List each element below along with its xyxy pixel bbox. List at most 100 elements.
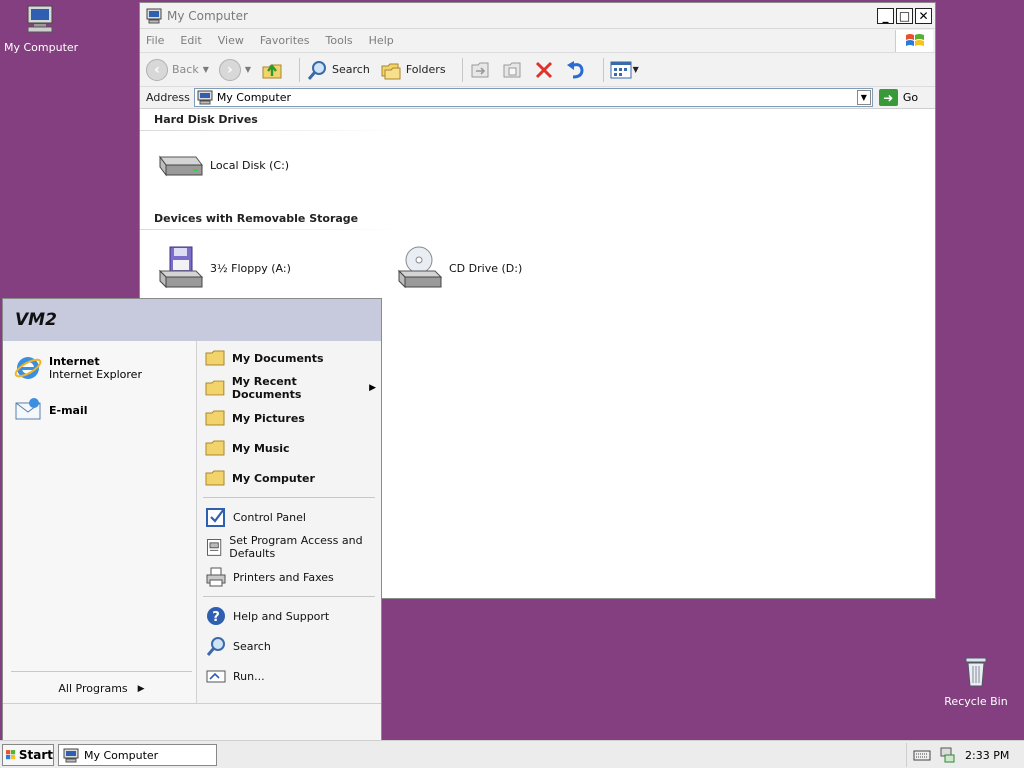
computer-icon	[63, 748, 79, 762]
menu-item-control-panel[interactable]: Control Panel	[197, 502, 381, 532]
address-dropdown-button[interactable]: ▼	[856, 90, 871, 105]
move-to-button[interactable]	[469, 59, 491, 81]
svg-text:?: ?	[212, 610, 220, 625]
menu-item-printers-faxes[interactable]: Printers and Faxes	[197, 562, 381, 592]
views-button[interactable]: ▼	[610, 60, 639, 80]
undo-button[interactable]	[565, 59, 587, 81]
menu-item-my-music[interactable]: My Music	[197, 433, 381, 463]
all-programs-button[interactable]: All Programs ▶	[11, 671, 192, 695]
toolbar-divider	[299, 57, 301, 82]
back-arrow-icon: ‹	[146, 58, 168, 81]
taskbar-item-label: My Computer	[84, 748, 159, 762]
maximize-button[interactable]: □	[896, 7, 913, 24]
taskbar-item-my-computer[interactable]: My Computer	[58, 744, 217, 766]
menu-item-help-support[interactable]: ? Help and Support	[197, 601, 381, 631]
menu-file[interactable]: File	[146, 34, 164, 47]
minimize-button[interactable]: _	[877, 7, 894, 24]
toolbar-divider	[461, 57, 463, 82]
menu-item-search[interactable]: Search	[197, 631, 381, 661]
start-menu-pinned: Internet Internet Explorer E-mail All Pr…	[3, 341, 196, 703]
folders-icon	[381, 63, 401, 79]
drive-label: CD Drive (D:)	[449, 261, 523, 275]
menu-item-my-documents[interactable]: My Documents	[197, 343, 381, 373]
drive-label: Local Disk (C:)	[210, 158, 290, 172]
group-header-removable: Devices with Removable Storage	[154, 212, 359, 225]
folder-icon	[205, 380, 225, 396]
user-name: VM2	[15, 310, 57, 330]
menu-favorites[interactable]: Favorites	[260, 34, 310, 47]
folder-icon	[205, 410, 225, 426]
drive-local-disk-c[interactable]: Local Disk (C:)	[156, 149, 289, 181]
menu-item-label: Printers and Faxes	[233, 570, 334, 584]
address-value: My Computer	[216, 91, 291, 104]
all-programs-label: All Programs	[58, 682, 128, 695]
menu-item-label: Set Program Access and Defaults	[229, 534, 363, 560]
menu-view[interactable]: View	[218, 34, 244, 47]
menu-item-label: My Music	[232, 441, 290, 455]
window-title: My Computer	[167, 8, 248, 23]
desktop-icon-my-computer[interactable]: My Computer	[4, 4, 78, 54]
printer-icon	[206, 567, 226, 587]
drive-cd-d[interactable]: CD Drive (D:)	[395, 245, 522, 291]
menu-item-label: Control Panel	[233, 510, 306, 524]
up-folder-button[interactable]	[261, 59, 283, 81]
copy-to-button[interactable]	[501, 59, 523, 81]
menu-item-my-recent-documents[interactable]: My Recent Documents ▶	[197, 373, 381, 403]
menu-item-label: My Pictures	[232, 411, 305, 425]
move-to-icon	[471, 62, 489, 77]
address-label: Address	[146, 91, 190, 104]
cd-drive-icon	[397, 246, 443, 289]
group-divider	[140, 130, 400, 131]
back-button[interactable]: ‹ Back ▼	[146, 58, 209, 81]
internet-explorer-icon	[14, 357, 42, 379]
title-bar[interactable]: My Computer _ □ ✕	[140, 3, 935, 29]
folders-button[interactable]: Folders	[380, 59, 446, 81]
toolbar-divider	[602, 57, 604, 82]
copy-to-icon	[503, 62, 521, 77]
submenu-arrow-icon: ▶	[369, 383, 376, 393]
start-label: Start	[18, 748, 53, 762]
menu-divider	[203, 596, 375, 597]
windows-logo-icon	[6, 750, 16, 760]
forward-button[interactable]: › ▼	[218, 58, 252, 81]
computer-icon	[146, 8, 162, 23]
address-input[interactable]: My Computer ▼	[193, 88, 873, 107]
menu-edit[interactable]: Edit	[180, 34, 201, 47]
close-button[interactable]: ✕	[915, 7, 932, 24]
start-button[interactable]: Start	[2, 744, 54, 766]
search-icon	[206, 637, 225, 656]
go-button[interactable]: ➜ Go	[878, 89, 918, 106]
pinned-title: E-mail	[49, 403, 88, 417]
drive-floppy-a[interactable]: 3½ Floppy (A:)	[156, 245, 291, 291]
address-bar: Address My Computer ▼ ➜ Go	[140, 87, 935, 109]
pinned-internet[interactable]: Internet Internet Explorer	[3, 347, 196, 389]
chevron-down-icon: ▼	[244, 65, 252, 74]
chevron-down-icon: ▼	[202, 65, 209, 74]
taskbar: Start My Computer 2:33 PM	[0, 740, 1024, 768]
search-button[interactable]: Search	[306, 59, 370, 81]
computer-icon	[27, 5, 53, 33]
menu-item-my-computer[interactable]: My Computer	[197, 463, 381, 493]
program-access-icon	[207, 539, 222, 556]
start-menu-header: VM2	[3, 299, 381, 341]
menu-item-label: Search	[233, 639, 271, 653]
pinned-email[interactable]: E-mail	[3, 389, 196, 431]
desktop-icon-recycle-bin[interactable]: Recycle Bin	[940, 656, 1012, 708]
recycle-bin-icon	[965, 657, 987, 687]
menu-tools[interactable]: Tools	[326, 34, 353, 47]
menu-item-program-access[interactable]: Set Program Access and Defaults	[197, 532, 381, 562]
network-icon[interactable]	[939, 747, 955, 763]
delete-button[interactable]	[533, 59, 555, 81]
windows-logo-icon	[895, 30, 933, 52]
menu-item-label: Run...	[233, 669, 265, 683]
menu-item-run[interactable]: Run...	[197, 661, 381, 691]
clock[interactable]: 2:33 PM	[965, 749, 1009, 762]
start-menu-places: My Documents My Recent Documents ▶ My Pi…	[196, 341, 381, 703]
views-icon	[610, 61, 632, 78]
folder-icon	[205, 440, 225, 456]
keyboard-icon[interactable]	[913, 748, 931, 762]
floppy-drive-icon	[158, 246, 204, 289]
menu-help[interactable]: Help	[369, 34, 394, 47]
group-divider	[140, 229, 400, 230]
menu-item-my-pictures[interactable]: My Pictures	[197, 403, 381, 433]
